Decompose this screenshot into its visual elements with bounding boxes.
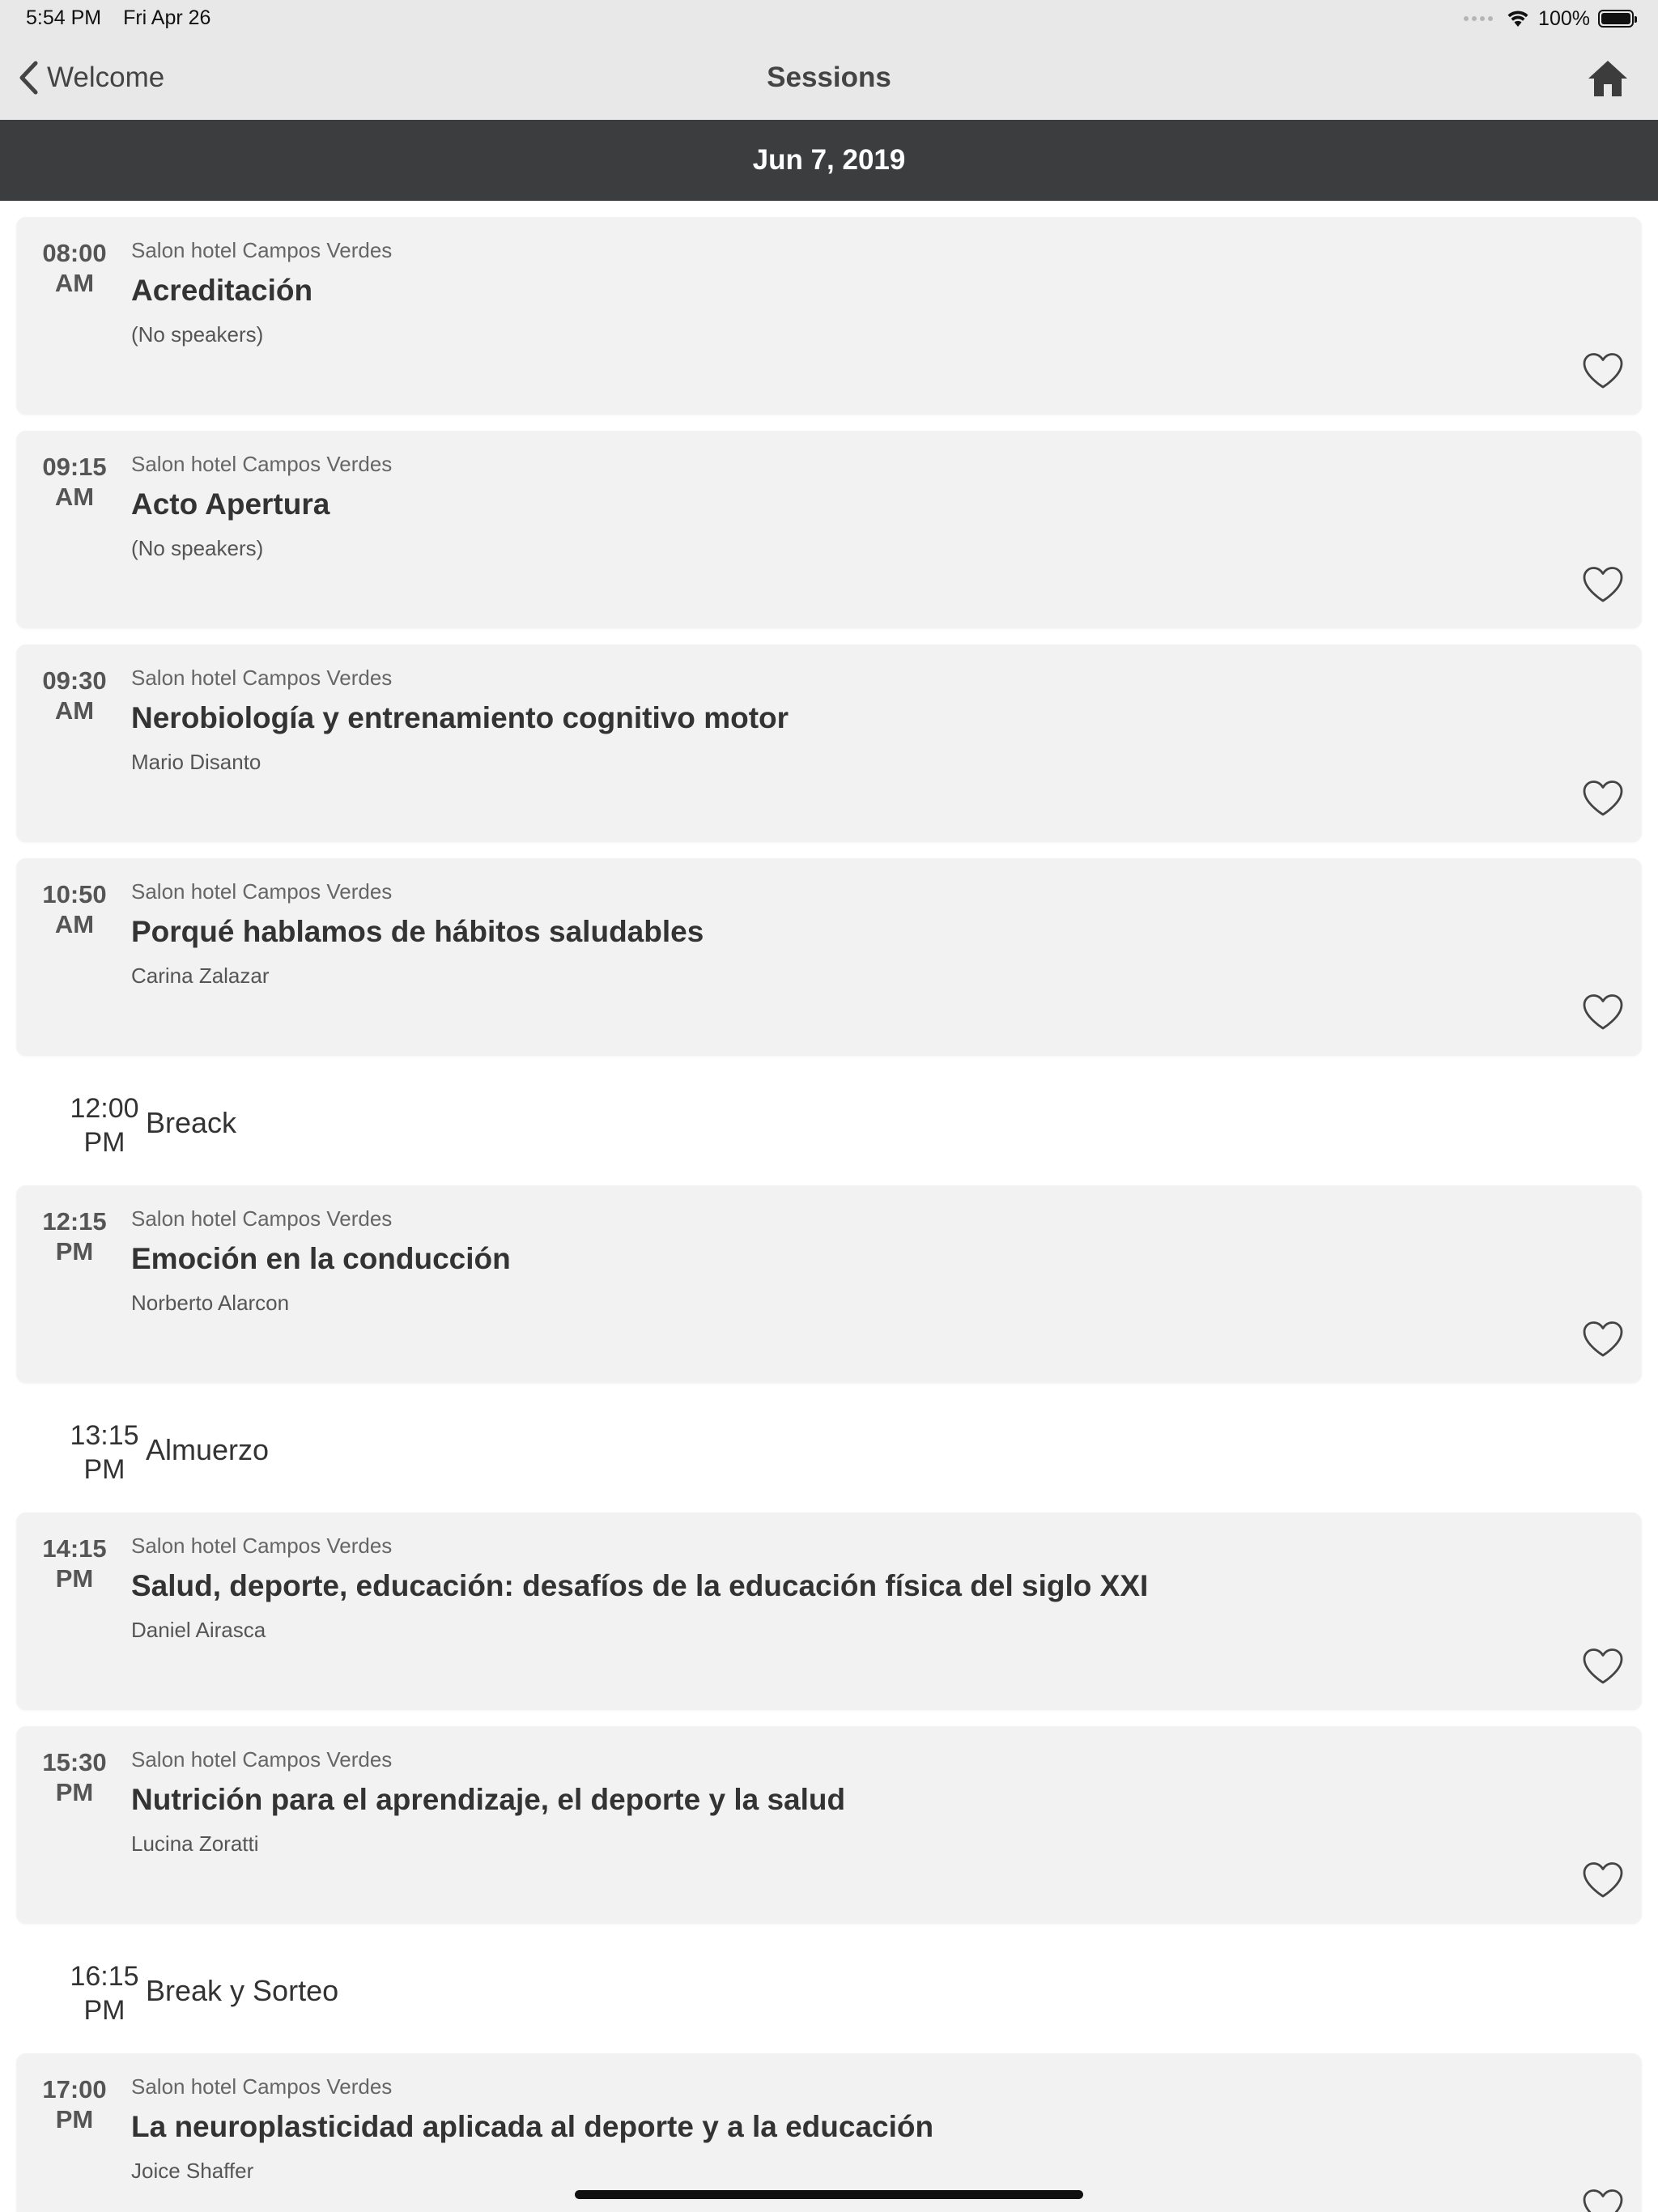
session-time: 17:00 PM <box>42 2075 107 2133</box>
heart-icon[interactable] <box>1582 351 1624 390</box>
session-location: Salon hotel Campos Verdes <box>131 1206 393 1231</box>
session-time: 15:30 PM <box>42 1748 107 1806</box>
session-time: 09:30 AM <box>42 666 107 725</box>
break-row: 12:00 PM Breack <box>16 1056 1642 1185</box>
session-card[interactable]: 08:00 AM Salon hotel Campos Verdes Acred… <box>16 217 1642 415</box>
session-time: 08:00 AM <box>42 239 107 297</box>
heart-icon[interactable] <box>1582 1647 1624 1686</box>
session-time: 09:15 AM <box>42 453 107 511</box>
session-speakers: Daniel Airasca <box>131 1618 266 1642</box>
session-speakers: Joice Shaffer <box>131 2159 254 2183</box>
session-speakers: Carina Zalazar <box>131 963 270 988</box>
break-row: 16:15 PM Break y Sorteo <box>16 1924 1642 2053</box>
break-time: 13:15 PM <box>70 1420 139 1485</box>
heart-icon[interactable] <box>1582 779 1624 818</box>
session-location: Salon hotel Campos Verdes <box>131 666 393 690</box>
status-time-date: 5:54 PM Fri Apr 26 <box>26 6 210 30</box>
session-speakers: Mario Disanto <box>131 750 261 774</box>
status-time: 5:54 PM <box>26 6 102 29</box>
session-location: Salon hotel Campos Verdes <box>131 452 393 476</box>
session-list[interactable]: 08:00 AM Salon hotel Campos Verdes Acred… <box>0 201 1658 2212</box>
session-location: Salon hotel Campos Verdes <box>131 2074 393 2099</box>
session-title: Acto Apertura <box>131 487 330 521</box>
page-title: Sessions <box>767 62 891 93</box>
home-icon <box>1588 61 1627 96</box>
session-location: Salon hotel Campos Verdes <box>131 1747 393 1772</box>
status-date: Fri Apr 26 <box>123 6 211 29</box>
session-card[interactable]: 12:15 PM Salon hotel Campos Verdes Emoci… <box>16 1185 1642 1383</box>
wifi-icon <box>1507 11 1528 27</box>
heart-icon[interactable] <box>1582 1320 1624 1359</box>
heart-icon[interactable] <box>1582 1861 1624 1899</box>
session-title: Nutrición para el aprendizaje, el deport… <box>131 1783 846 1816</box>
status-indicators: 100% <box>1464 5 1637 32</box>
home-button[interactable] <box>1587 58 1629 99</box>
session-card[interactable]: 15:30 PM Salon hotel Campos Verdes Nutri… <box>16 1726 1642 1924</box>
break-row: 13:15 PM Almuerzo <box>16 1383 1642 1512</box>
session-speakers: Lucina Zoratti <box>131 1831 259 1856</box>
session-location: Salon hotel Campos Verdes <box>131 238 393 262</box>
session-card[interactable]: 09:30 AM Salon hotel Campos Verdes Nerob… <box>16 644 1642 842</box>
session-card[interactable]: 10:50 AM Salon hotel Campos Verdes Porqu… <box>16 858 1642 1056</box>
session-card[interactable]: 09:15 AM Salon hotel Campos Verdes Acto … <box>16 431 1642 628</box>
session-card[interactable]: 17:00 PM Salon hotel Campos Verdes La ne… <box>16 2053 1642 2212</box>
status-bar: 5:54 PM Fri Apr 26 100% <box>0 0 1658 37</box>
session-title: La neuroplasticidad aplicada al deporte … <box>131 2110 934 2143</box>
home-indicator[interactable] <box>575 2190 1083 2199</box>
battery-percent: 100% <box>1538 6 1590 30</box>
session-location: Salon hotel Campos Verdes <box>131 1534 393 1558</box>
session-speakers: Norberto Alarcon <box>131 1291 290 1315</box>
heart-icon[interactable] <box>1582 565 1624 604</box>
heart-icon[interactable] <box>1582 2188 1624 2212</box>
session-title: Nerobiología y entrenamiento cognitivo m… <box>131 701 789 734</box>
session-title: Salud, deporte, educación: desafíos de l… <box>131 1569 1149 1602</box>
session-time: 12:15 PM <box>42 1207 107 1266</box>
session-time: 10:50 AM <box>42 880 107 938</box>
session-speakers: (No speakers) <box>131 536 264 560</box>
break-title: Break y Sorteo <box>146 1974 339 2007</box>
session-title: Porqué hablamos de hábitos saludables <box>131 915 704 948</box>
break-title: Breack <box>146 1106 237 1139</box>
session-location: Salon hotel Campos Verdes <box>131 879 393 904</box>
break-time: 12:00 PM <box>70 1093 139 1158</box>
session-title: Acreditación <box>131 274 313 307</box>
navigation-bar: Welcome Sessions <box>0 37 1658 121</box>
break-time: 16:15 PM <box>70 1961 139 2026</box>
session-speakers: (No speakers) <box>131 322 264 347</box>
heart-icon[interactable] <box>1582 993 1624 1032</box>
break-title: Almuerzo <box>146 1433 270 1466</box>
cellular-signal-icon <box>1464 16 1494 21</box>
battery-icon <box>1598 10 1637 28</box>
session-time: 14:15 PM <box>42 1534 107 1593</box>
session-card[interactable]: 14:15 PM Salon hotel Campos Verdes Salud… <box>16 1512 1642 1710</box>
date-section-header: Jun 7, 2019 <box>0 120 1658 201</box>
session-title: Emoción en la conducción <box>131 1242 511 1275</box>
